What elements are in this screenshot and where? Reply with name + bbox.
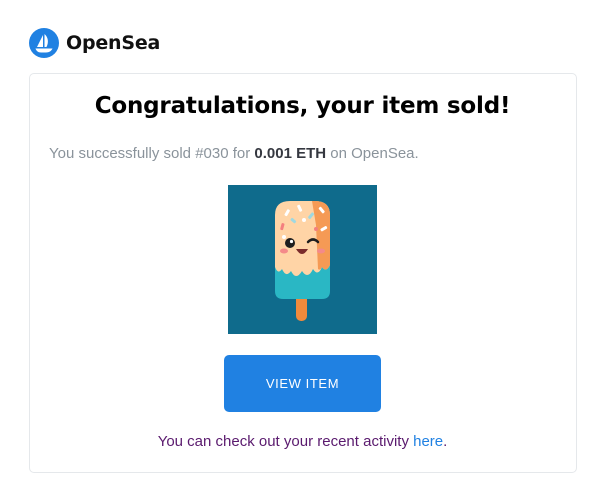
activity-link[interactable]: here: [413, 433, 443, 450]
popsicle-illustration: [275, 201, 330, 321]
view-item-button[interactable]: VIEW ITEM: [224, 355, 381, 412]
opensea-logo: OpenSea: [29, 28, 160, 58]
activity-message-suffix: .: [443, 433, 448, 450]
opensea-logo-icon: [29, 28, 59, 58]
item-image[interactable]: [228, 185, 377, 334]
page-title: Congratulations, your item sold!: [94, 93, 511, 119]
sale-message: You successfully sold #030 for 0.001 ETH…: [49, 145, 419, 162]
activity-message-prefix: You can check out your recent activity: [157, 433, 414, 450]
activity-message: You can check out your recent activity h…: [0, 433, 605, 450]
brand-name: OpenSea: [66, 32, 161, 54]
sale-message-suffix: on OpenSea.: [326, 145, 419, 162]
sale-price: 0.001 ETH: [254, 145, 327, 162]
sale-message-prefix: You successfully sold #030 for: [49, 145, 255, 162]
